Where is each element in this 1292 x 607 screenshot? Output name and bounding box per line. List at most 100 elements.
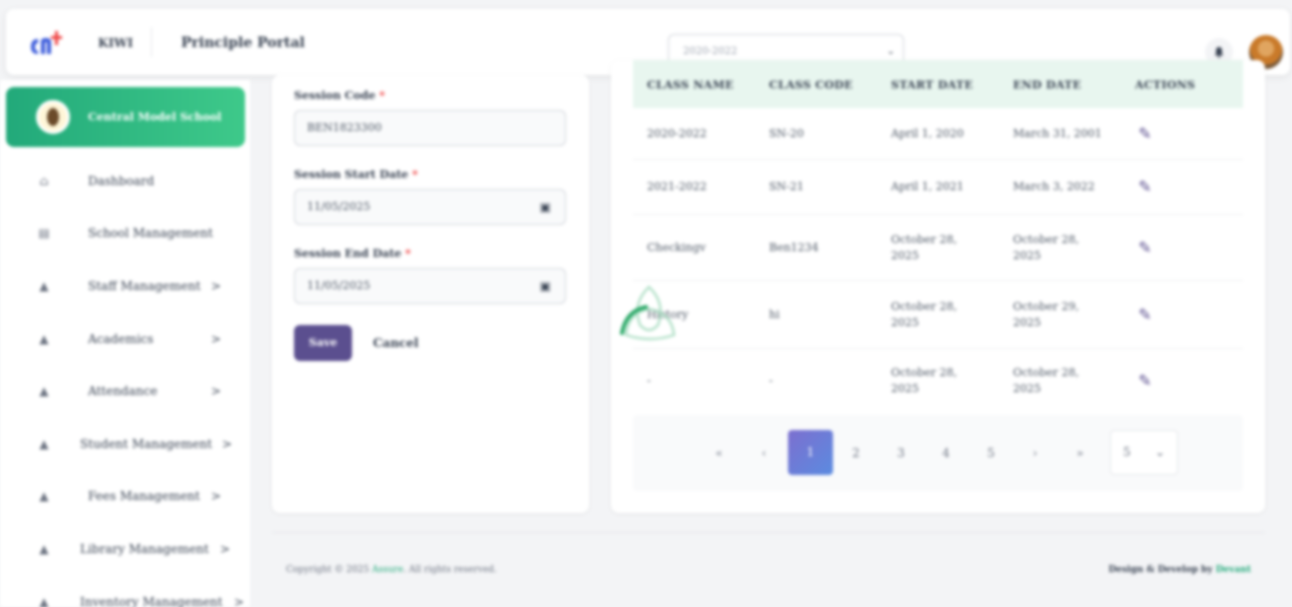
sidebar-item-label: School Management bbox=[88, 226, 213, 240]
edit-icon[interactable]: ✎ bbox=[1135, 177, 1155, 197]
sidebar-item-school-management[interactable]: ▤ School Management bbox=[0, 213, 250, 253]
column-header: END DATE bbox=[1013, 78, 1082, 92]
edit-icon[interactable]: ✎ bbox=[1135, 238, 1155, 258]
copyright-text: Copyright © 2025 Assure. All rights rese… bbox=[286, 565, 497, 575]
graduation-cap-icon: ▲ bbox=[39, 437, 49, 451]
sidebar-item-label: Academics bbox=[88, 332, 154, 346]
table-row: History hi October 28, 2025 October 29, … bbox=[633, 281, 1243, 349]
sidebar-item-library-management[interactable]: ▲ Library Management > bbox=[0, 529, 250, 569]
sidebar-item-label: Staff Management bbox=[88, 279, 201, 293]
table-row: - - October 28, 2025 October 28, 2025 ✎ bbox=[633, 349, 1243, 413]
copyright-link[interactable]: Assure bbox=[372, 565, 403, 575]
next-page-button[interactable]: › bbox=[1033, 446, 1038, 460]
table-row: Checkingv Ben1234 October 28, 2025 Octob… bbox=[633, 215, 1243, 281]
chevron-right-icon: > bbox=[211, 384, 222, 398]
session-end-date-label: Session End Date * bbox=[294, 247, 411, 260]
page-size-value: 5 bbox=[1123, 445, 1131, 459]
portal-title: Principle Portal bbox=[181, 35, 305, 51]
cell-start-date: October 28, 2025 bbox=[891, 366, 958, 395]
cell-class-code: hi bbox=[769, 307, 780, 321]
first-page-button[interactable]: « bbox=[715, 446, 722, 460]
chevron-right-icon: > bbox=[211, 332, 222, 346]
chevron-down-icon: ⌄ bbox=[1154, 445, 1165, 459]
sidebar-item-label: Fees Management bbox=[88, 489, 200, 503]
cell-end-date: October 28, 2025 bbox=[1013, 366, 1080, 395]
cancel-button[interactable]: Cancel bbox=[373, 336, 419, 350]
last-page-button[interactable]: » bbox=[1076, 446, 1083, 460]
cell-class-name: - bbox=[647, 374, 651, 387]
sidebar-item-inventory-management[interactable]: ▲ Inventory Management > bbox=[0, 582, 250, 607]
cell-start-date: October 28, 2025 bbox=[891, 232, 958, 262]
session-start-date-label: Session Start Date * bbox=[294, 168, 418, 181]
chevron-right-icon: > bbox=[220, 542, 231, 556]
sidebar-item-label: Dashboard bbox=[88, 174, 155, 188]
sidebar-item-label: Student Management bbox=[80, 437, 213, 451]
session-code-label: Session Code * bbox=[294, 89, 386, 102]
edit-icon[interactable]: ✎ bbox=[1135, 124, 1155, 144]
sidebar-item-label: Inventory Management bbox=[80, 595, 223, 607]
save-button[interactable]: Save bbox=[294, 325, 352, 361]
page-size-select[interactable]: 5 ⌄ bbox=[1110, 430, 1178, 475]
page-button[interactable]: 3 bbox=[897, 446, 905, 460]
session-select-value: 2020-2022 bbox=[683, 46, 738, 57]
cell-start-date: April 1, 2020 bbox=[891, 126, 964, 140]
prev-page-button[interactable]: ‹ bbox=[762, 446, 767, 460]
chevron-right-icon: > bbox=[234, 595, 245, 607]
page-button-active[interactable]: 1 bbox=[788, 430, 833, 475]
page-button[interactable]: 5 bbox=[987, 446, 995, 460]
sidebar-item-label: Library Management bbox=[80, 542, 209, 556]
page-button[interactable]: 4 bbox=[942, 446, 950, 460]
sidebar-item-fees-management[interactable]: ▲ Fees Management > bbox=[0, 476, 250, 516]
cell-end-date: October 28, 2025 bbox=[1013, 232, 1080, 262]
sessions-table: CLASS NAME CLASS CODE START DATE END DAT… bbox=[611, 60, 1265, 513]
graduation-cap-icon: ▲ bbox=[39, 542, 49, 556]
calendar-icon[interactable]: ▣ bbox=[540, 190, 551, 224]
table-header: CLASS NAME CLASS CODE START DATE END DAT… bbox=[633, 60, 1243, 108]
session-start-date-field[interactable]: 11/05/2025 ▣ bbox=[294, 189, 566, 225]
column-header: START DATE bbox=[891, 78, 974, 92]
table-row: 2020-2022 SN-20 April 1, 2020 March 31, … bbox=[633, 108, 1243, 160]
cell-class-name: 2020-2022 bbox=[647, 126, 707, 140]
sidebar-item-staff-management[interactable]: ▲ Staff Management > bbox=[0, 266, 250, 306]
school-card[interactable]: Central Model School bbox=[6, 87, 245, 147]
chevron-right-icon: > bbox=[211, 489, 222, 503]
brand-name: KIWI bbox=[98, 36, 134, 50]
design-credit-link[interactable]: Devant bbox=[1216, 565, 1251, 575]
column-header: ACTIONS bbox=[1135, 78, 1196, 92]
footer-divider bbox=[272, 532, 1265, 533]
sidebar: Central Model School ⌂ Dashboard ▤ Schoo… bbox=[0, 80, 250, 607]
cell-end-date: March 31, 2001 bbox=[1013, 126, 1102, 140]
chevron-right-icon: > bbox=[211, 279, 222, 293]
sidebar-item-academics[interactable]: ▲ Academics > bbox=[0, 319, 250, 359]
edit-icon[interactable]: ✎ bbox=[1135, 371, 1155, 391]
bell-icon bbox=[1214, 47, 1224, 58]
column-header: CLASS NAME bbox=[647, 78, 734, 92]
session-code-value: BEN1823300 bbox=[307, 121, 382, 134]
sidebar-item-student-management[interactable]: ▲ Student Management > bbox=[0, 424, 250, 464]
cell-class-name: Checkingv bbox=[647, 240, 706, 254]
page-button[interactable]: 2 bbox=[852, 446, 860, 460]
session-end-date-field[interactable]: 11/05/2025 ▣ bbox=[294, 268, 566, 304]
graduation-cap-icon: ▲ bbox=[39, 332, 49, 346]
sidebar-item-dashboard[interactable]: ⌂ Dashboard bbox=[0, 161, 250, 201]
cell-end-date: March 3, 2022 bbox=[1013, 180, 1095, 193]
header-divider bbox=[151, 27, 152, 57]
cell-class-code: Ben1234 bbox=[769, 240, 819, 254]
session-code-field[interactable]: BEN1823300 bbox=[294, 110, 566, 146]
sidebar-item-label: Attendance bbox=[88, 384, 158, 398]
cell-class-name: 2021-2022 bbox=[647, 180, 707, 193]
cell-end-date: October 29, 2025 bbox=[1013, 299, 1080, 329]
loading-spinner-icon bbox=[620, 285, 676, 341]
session-form: Session Code * BEN1823300 Session Start … bbox=[272, 75, 589, 513]
kiwi-logo-icon[interactable] bbox=[28, 29, 64, 55]
cell-class-code: - bbox=[769, 374, 773, 387]
cell-start-date: October 28, 2025 bbox=[891, 299, 958, 329]
edit-icon[interactable]: ✎ bbox=[1135, 305, 1155, 325]
design-credit: Design & Develop by Devant bbox=[1108, 565, 1251, 575]
column-header: CLASS CODE bbox=[769, 78, 853, 92]
home-icon: ⌂ bbox=[39, 174, 49, 188]
calendar-icon[interactable]: ▣ bbox=[540, 269, 551, 303]
building-icon: ▤ bbox=[38, 226, 50, 240]
sidebar-item-attendance[interactable]: ▲ Attendance > bbox=[0, 371, 250, 411]
graduation-cap-icon: ▲ bbox=[39, 489, 49, 503]
